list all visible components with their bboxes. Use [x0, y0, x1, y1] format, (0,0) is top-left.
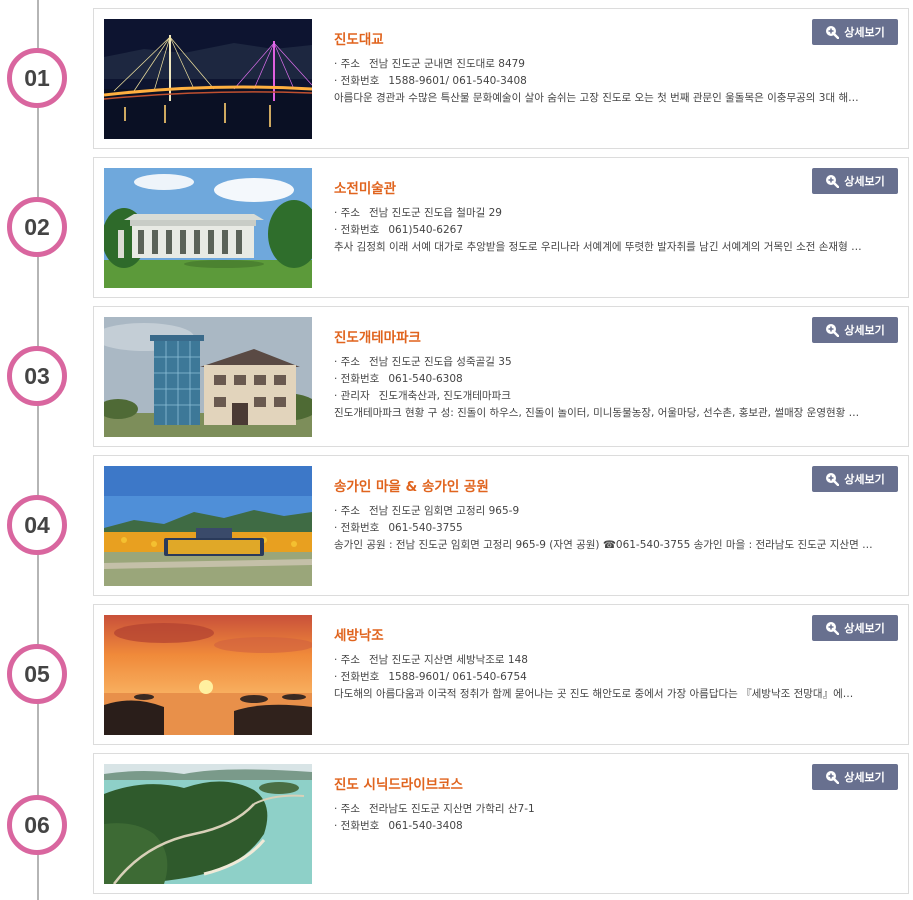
row-key: · 전화번호 [334, 75, 380, 87]
row-key: · 주소 [334, 803, 360, 815]
item-description: 진도개테마파크 현황 구 성: 진돌이 하우스, 진돌이 놀이터, 미니동물농장… [334, 407, 860, 419]
detail-button-label: 상세보기 [844, 771, 885, 784]
item-description: 아름다운 경관과 수많은 특산물 문화예술이 살아 숨쉬는 고장 진도로 오는 … [334, 92, 859, 104]
row-value: 061-540-3755 [388, 522, 463, 534]
manager-row: · 관리자 진도개축산과, 진도개테마파크 [334, 388, 874, 405]
row-key: · 주소 [334, 356, 360, 368]
detail-button-label: 상세보기 [844, 26, 885, 39]
thumbnail-theme-park[interactable] [104, 317, 312, 437]
address-row: · 주소 전남 진도군 임회면 고정리 965-9 [334, 503, 874, 520]
item-number-badge: 01 [7, 48, 67, 108]
list-item: 소전미술관 · 주소 전남 진도군 진도읍 철마길 29 · 전화번호 061)54… [93, 157, 909, 298]
detail-button-label: 상세보기 [844, 175, 885, 188]
row-value: 진도개축산과, 진도개테마파크 [378, 390, 511, 402]
phone-row: · 전화번호 061)540-6267 [334, 222, 874, 239]
item-number-badge: 05 [7, 644, 67, 704]
address-row: · 주소 전라남도 진도군 지산면 가학리 산7-1 [334, 801, 874, 818]
thumbnail-park[interactable] [104, 466, 312, 586]
item-number-badge: 04 [7, 495, 67, 555]
address-row: · 주소 전남 진도군 진도읍 성죽골길 35 [334, 354, 874, 371]
item-number-badge: 02 [7, 197, 67, 257]
row-value: 전남 진도군 군내면 진도대로 8479 [369, 58, 525, 70]
row-key: · 관리자 [334, 390, 370, 402]
row-key: · 주소 [334, 58, 360, 70]
item-title[interactable]: 송가인 마을 & 송가인 공원 [334, 476, 874, 498]
address-row: · 주소 전남 진도군 진도읍 철마길 29 [334, 205, 874, 222]
item-title[interactable]: 소전미술관 [334, 178, 874, 200]
list-item: 송가인 마을 & 송가인 공원 · 주소 전남 진도군 임회면 고정리 965-9… [93, 455, 909, 596]
item-description: 다도해의 아름다움과 이국적 정취가 함께 묻어나는 곳 진도 해안도로 중에서… [334, 688, 854, 700]
zoom-plus-icon [826, 771, 840, 784]
row-value: 061)540-6267 [388, 224, 464, 236]
phone-row: · 전화번호 061-540-6308 [334, 371, 874, 388]
item-description: 추사 김정희 이래 서예 대가로 추앙받을 정도로 우리나라 서예계에 뚜렷한 … [334, 241, 862, 253]
row-value: 1588-9601/ 061-540-3408 [388, 75, 527, 87]
thumbnail-bridge-night[interactable] [104, 19, 312, 139]
phone-row: · 전화번호 1588-9601/ 061-540-6754 [334, 669, 874, 686]
detail-button[interactable]: 상세보기 [812, 764, 898, 790]
row-key: · 전화번호 [334, 820, 380, 832]
zoom-plus-icon [826, 324, 840, 337]
zoom-plus-icon [826, 175, 840, 188]
row-key: · 주소 [334, 505, 360, 517]
detail-button-label: 상세보기 [844, 324, 885, 337]
phone-row: · 전화번호 061-540-3408 [334, 818, 874, 835]
row-value: 061-540-6308 [388, 373, 463, 385]
row-key: · 전화번호 [334, 671, 380, 683]
address-row: · 주소 전남 진도군 군내면 진도대로 8479 [334, 56, 874, 73]
phone-row: · 전화번호 061-540-3755 [334, 520, 874, 537]
row-key: · 주소 [334, 207, 360, 219]
address-row: · 주소 전남 진도군 지산면 세방낙조로 148 [334, 652, 874, 669]
item-number-badge: 03 [7, 346, 67, 406]
item-number-badge: 06 [7, 795, 67, 855]
zoom-plus-icon [826, 26, 840, 39]
detail-button-label: 상세보기 [844, 622, 885, 635]
thumbnail-art-museum[interactable] [104, 168, 312, 288]
row-value: 061-540-3408 [388, 820, 463, 832]
list-item: 세방낙조 · 주소 전남 진도군 지산면 세방낙조로 148 · 전화번호 1588… [93, 604, 909, 745]
row-key: · 전화번호 [334, 373, 380, 385]
item-title[interactable]: 진도 시닉드라이브코스 [334, 774, 874, 796]
list-item: 진도 시닉드라이브코스 · 주소 전라남도 진도군 지산면 가학리 산7-1 · … [93, 753, 909, 894]
zoom-plus-icon [826, 622, 840, 635]
item-title[interactable]: 진도개테마파크 [334, 327, 874, 349]
detail-button[interactable]: 상세보기 [812, 168, 898, 194]
row-value: 전남 진도군 진도읍 철마길 29 [369, 207, 502, 219]
detail-button[interactable]: 상세보기 [812, 19, 898, 45]
item-description: 송가인 공원 : 전남 진도군 임회면 고정리 965-9 (자연 공원) ☎0… [334, 539, 880, 551]
thumbnail-coastal-drive[interactable] [104, 764, 312, 884]
list-item: 진도대교 · 주소 전남 진도군 군내면 진도대로 8479 · 전화번호 1588… [93, 8, 909, 149]
item-title[interactable]: 진도대교 [334, 29, 874, 51]
row-key: · 전화번호 [334, 224, 380, 236]
detail-button-label: 상세보기 [844, 473, 885, 486]
detail-button[interactable]: 상세보기 [812, 466, 898, 492]
row-key: · 주소 [334, 654, 360, 666]
detail-button[interactable]: 상세보기 [812, 317, 898, 343]
row-value: 전남 진도군 임회면 고정리 965-9 [369, 505, 520, 517]
row-value: 1588-9601/ 061-540-6754 [388, 671, 527, 683]
phone-row: · 전화번호 1588-9601/ 061-540-3408 [334, 73, 874, 90]
row-value: 전남 진도군 진도읍 성죽골길 35 [369, 356, 512, 368]
zoom-plus-icon [826, 473, 840, 486]
timeline-line [37, 0, 39, 900]
thumbnail-sunset[interactable] [104, 615, 312, 735]
detail-button[interactable]: 상세보기 [812, 615, 898, 641]
row-value: 전남 진도군 지산면 세방낙조로 148 [369, 654, 528, 666]
list-item: 진도개테마파크 · 주소 전남 진도군 진도읍 성죽골길 35 · 전화번호 061… [93, 306, 909, 447]
row-key: · 전화번호 [334, 522, 380, 534]
row-value: 전라남도 진도군 지산면 가학리 산7-1 [369, 803, 535, 815]
item-title[interactable]: 세방낙조 [334, 625, 874, 647]
